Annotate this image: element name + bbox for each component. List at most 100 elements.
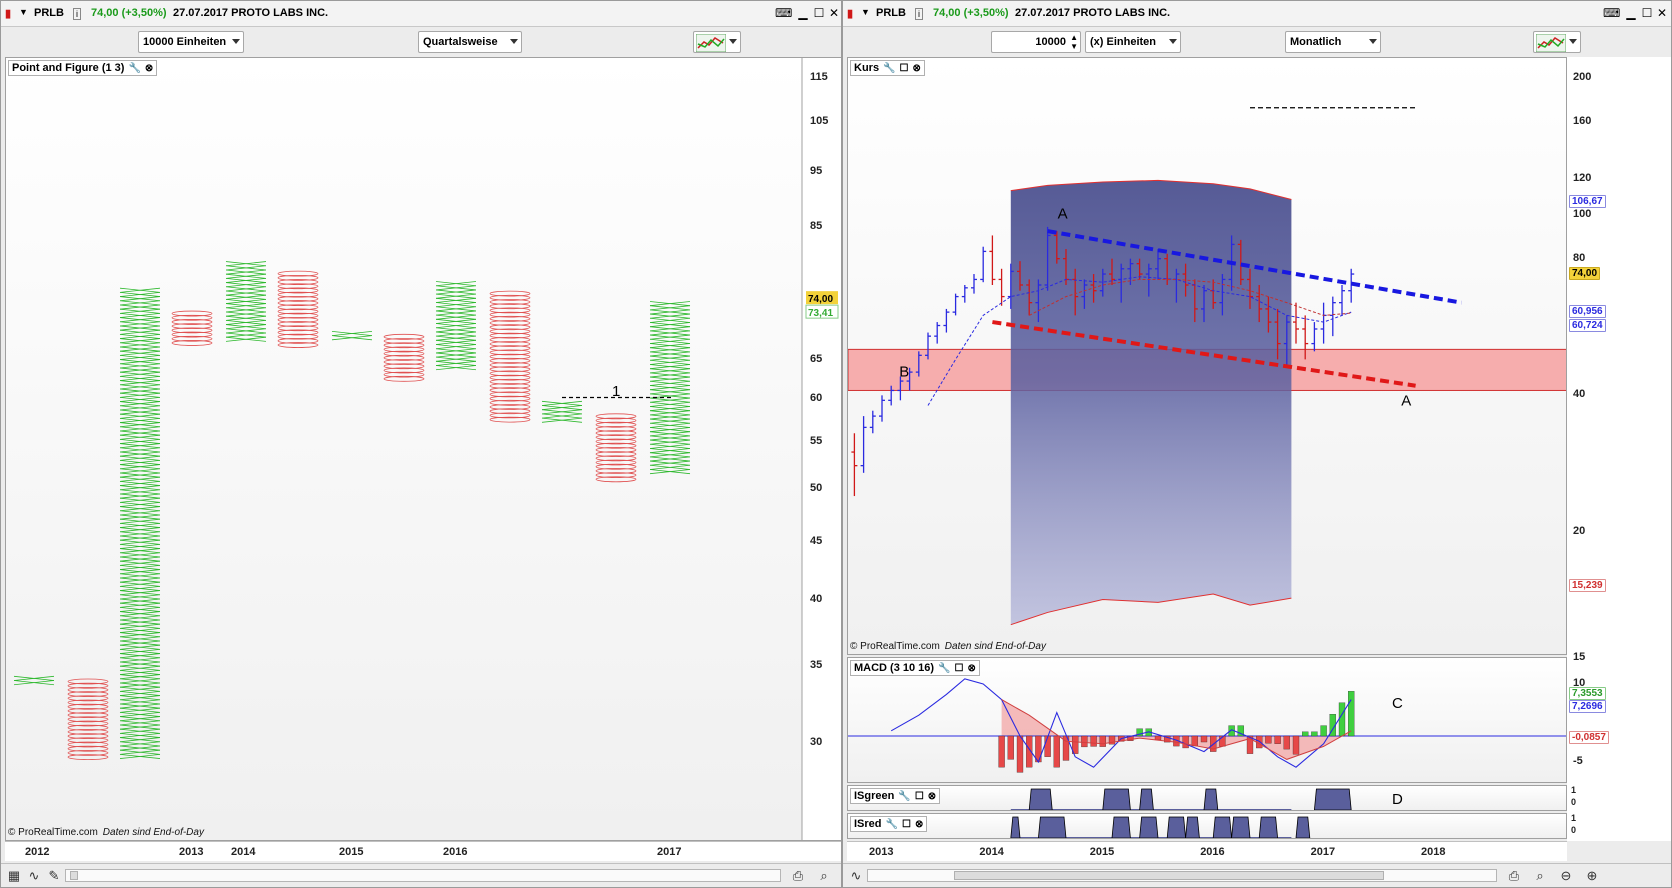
left-status-bar: ▦ ∿ ✎ ⎙ ⌕ (1, 863, 841, 887)
screenshot-icon[interactable]: ⎙ (789, 868, 807, 884)
right-y-axis[interactable]: 20016012010080604020106,6774,0060,95660,… (1567, 57, 1671, 841)
pf-column (649, 301, 691, 475)
screenshot-icon[interactable]: ⎙ (1505, 868, 1523, 884)
period-dropdown[interactable]: Quartalsweise (418, 31, 522, 53)
chart-type-icon (695, 33, 727, 53)
price-bar (1293, 302, 1299, 344)
panel-close-icon[interactable]: ⊗ (915, 819, 923, 830)
left-x-tick: 2014 (231, 846, 256, 858)
left-symbol[interactable]: PRLB (34, 7, 64, 19)
price-bar (934, 322, 941, 344)
price-badge-badge_ma2: 60,724 (1569, 319, 1606, 333)
candlestick-icon[interactable]: ▮ (5, 7, 11, 20)
units-value-input[interactable]: 10000 ▲ ▼ (991, 31, 1081, 53)
units-type-dropdown[interactable]: (x) Einheiten (1085, 31, 1181, 53)
zoom-in-icon[interactable]: ⊕ (1583, 868, 1601, 884)
price-bar (998, 268, 1005, 306)
macd-plot-area[interactable]: MACD (3 10 16) 🔧 ☐ ⊗ C (847, 657, 1567, 783)
isred-y-tick: 1 (1571, 813, 1577, 823)
period-dropdown[interactable]: Monatlich (1285, 31, 1381, 53)
info-icon[interactable]: i (915, 8, 923, 20)
left-title-bar: ▮ ▼ PRLB i 74,00 (+3,50%) 27.07.2017 PRO… (1, 1, 841, 27)
window-icon[interactable]: ☐ (900, 63, 909, 74)
minimize-button[interactable]: ▁ (795, 6, 811, 21)
isred-y-tick: 0 (1571, 825, 1577, 835)
maximize-button[interactable]: ☐ (1639, 6, 1655, 21)
scroll-thumb[interactable] (70, 871, 78, 880)
close-button[interactable]: ✕ (1654, 6, 1670, 21)
panel-close-icon[interactable]: ⊗ (145, 63, 153, 74)
wrench-icon[interactable]: 🔧 (898, 791, 910, 802)
isgreen-y-tick: 0 (1571, 797, 1577, 807)
isred-panel-label[interactable]: ISred 🔧 ☐ ⊗ (850, 816, 928, 832)
trend-label_A1: A (1058, 206, 1068, 223)
keyboard-icon[interactable]: ⌨ (775, 6, 792, 21)
maximize-button[interactable]: ☐ (811, 6, 827, 21)
right-symbol[interactable]: PRLB (876, 7, 906, 19)
kurs-panel-label[interactable]: Kurs 🔧 ☐ ⊗ (850, 60, 925, 76)
units-dropdown[interactable]: 10000 Einheiten (138, 31, 244, 53)
wrench-icon[interactable]: 🔧 (938, 663, 950, 674)
price-y-tick: 160 (1573, 114, 1592, 127)
kurs-panel-label-text: Kurs (854, 62, 880, 74)
indicator-menu-button[interactable] (1533, 31, 1581, 53)
price-badge-badge_upper: 106,67 (1569, 194, 1606, 208)
panel-close-icon[interactable]: ⊗ (928, 791, 936, 802)
candlestick-icon[interactable]: ▮ (847, 7, 853, 20)
chart-type-icon[interactable]: ▦ (5, 868, 23, 884)
wrench-icon[interactable]: 🔧 (128, 63, 140, 74)
panel-close-icon[interactable]: ⊗ (968, 663, 976, 674)
right-x-axis[interactable]: 2013 2014 2015 2016 2017 2018 (847, 841, 1567, 861)
left-horizontal-scrollbar[interactable] (65, 869, 781, 882)
macd-histogram-bar (1274, 735, 1281, 744)
macd-histogram-bar (1338, 702, 1346, 737)
wrench-icon[interactable]: 🔧 (883, 63, 895, 74)
left-x-tick: 2017 (657, 846, 682, 858)
zoom-fit-icon[interactable]: ⌕ (815, 868, 833, 884)
chevron-down-icon (729, 39, 737, 44)
pf-y-tick: 65 (810, 353, 822, 365)
isgreen-pulse (1028, 788, 1053, 810)
pf-plot-area[interactable]: Point and Figure (1 3) 🔧 ⊗ 1 115 105 95 85 65 60… (5, 57, 841, 841)
isred-plot-area[interactable]: ISred 🔧 ☐ ⊗ (847, 813, 1567, 839)
right-horizontal-scrollbar[interactable] (867, 869, 1497, 882)
info-icon[interactable]: i (73, 8, 81, 20)
isred-pulse (1185, 816, 1200, 838)
window-icon[interactable]: ☐ (915, 791, 924, 802)
chevron-down-icon (1169, 39, 1177, 44)
zoom-out-icon[interactable]: ⊖ (1557, 868, 1575, 884)
symbol-menu-arrow-icon[interactable]: ▼ (861, 7, 870, 17)
minimize-button[interactable]: ▁ (1623, 6, 1639, 21)
isgreen-panel-label-text: ISgreen (854, 790, 895, 802)
price-plot-area[interactable]: Kurs 🔧 ☐ ⊗ A A B © ProRealTime.com Daten sind … (847, 57, 1567, 655)
isgreen-panel-label[interactable]: ISgreen 🔧 ☐ ⊗ (850, 788, 941, 804)
pf-chart-svg: 1 115 105 95 85 65 60 55 50 45 40 35 30 74,00 73,41 (13, 58, 841, 840)
symbol-menu-arrow-icon[interactable]: ▼ (19, 7, 28, 17)
pf-y-tick: 60 (810, 392, 822, 404)
isgreen-plot-area[interactable]: ISgreen 🔧 ☐ ⊗ D (847, 785, 1567, 811)
keyboard-icon[interactable]: ⌨ (1603, 6, 1620, 21)
macd-histogram-bar (1256, 735, 1263, 749)
indicator-icon[interactable]: ∿ (25, 868, 43, 884)
close-button[interactable]: ✕ (826, 6, 841, 21)
window-icon[interactable]: ☐ (955, 663, 964, 674)
wrench-icon[interactable]: 🔧 (886, 819, 898, 830)
indicator-menu-button[interactable] (693, 31, 741, 53)
window-icon[interactable]: ☐ (902, 819, 911, 830)
left-x-axis[interactable]: 2012 2013 2014 2015 2016 2017 (5, 841, 841, 861)
drawing-icon[interactable]: ✎ (45, 868, 63, 884)
pf-y-tick: 35 (810, 659, 822, 671)
pf-panel-label[interactable]: Point and Figure (1 3) 🔧 ⊗ (8, 60, 158, 76)
macd-badge-macd_badge2: 7,2696 (1569, 699, 1606, 713)
spinner-icon[interactable]: ▲ ▼ (1070, 33, 1078, 51)
left-chart-window: ▮ ▼ PRLB i 74,00 (+3,50%) 27.07.2017 PRO… (0, 0, 842, 888)
chevron-down-icon (232, 39, 240, 44)
indicator-icon[interactable]: ∿ (847, 868, 865, 884)
macd-panel-label[interactable]: MACD (3 10 16) 🔧 ☐ ⊗ (850, 660, 980, 676)
scroll-thumb[interactable] (954, 871, 1384, 880)
zoom-fit-icon[interactable]: ⌕ (1531, 868, 1549, 884)
right-copyright-note: Daten sind End-of-Day (944, 641, 1046, 652)
panel-close-icon[interactable]: ⊗ (912, 63, 920, 74)
isgreen-y-tick: 1 (1571, 785, 1577, 795)
macd-histogram-bar (1302, 731, 1309, 737)
